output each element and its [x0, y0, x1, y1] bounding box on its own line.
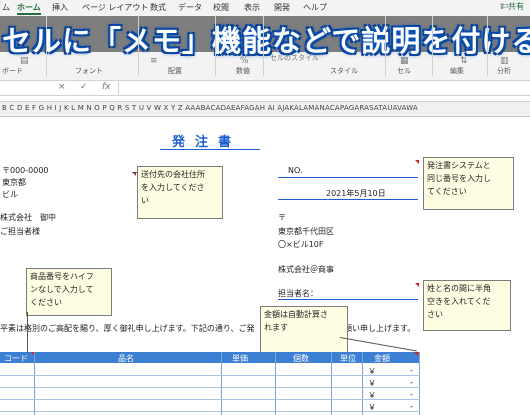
note-indicator[interactable]	[415, 283, 419, 287]
header-item-name[interactable]: 品名	[118, 353, 134, 364]
document-title[interactable]: 発注書	[172, 131, 241, 150]
amount-cell[interactable]: -	[410, 402, 413, 411]
function-icon[interactable]: fx	[102, 82, 111, 92]
note-indicator[interactable]	[415, 160, 419, 164]
table-divider	[221, 352, 222, 415]
amount-cell[interactable]: -	[410, 390, 413, 399]
group-divider	[46, 16, 47, 76]
tab-help[interactable]: ヘルプ	[303, 2, 327, 13]
table-row[interactable]	[0, 411, 420, 412]
tab-formulas[interactable]: 数式	[150, 2, 166, 13]
header-amount[interactable]: 金額	[374, 353, 390, 364]
group-clipboard: ボード	[2, 67, 23, 75]
note-name[interactable]: 姓と名の間に半角 空きを入れてくだ さい	[423, 280, 511, 331]
group-divider	[487, 16, 488, 76]
group-analysis: 分析	[497, 67, 511, 75]
sender-prefecture[interactable]: 東京都	[2, 177, 26, 188]
comment-icon[interactable]: ▭	[500, 1, 509, 11]
sender-postal[interactable]: 〒000-0000	[2, 165, 49, 176]
tab-page-layout[interactable]: ページ レイアウト	[82, 2, 148, 13]
group-number: 数値	[236, 67, 250, 75]
group-styles: スタイル	[330, 67, 358, 75]
person-label[interactable]: 担当者名：	[278, 288, 318, 299]
group-divider	[385, 16, 386, 76]
note-amount[interactable]: 金額は自動計算さ れます	[260, 306, 348, 354]
note-address[interactable]: 送付先の会社住所 を入力してくださ い	[137, 166, 223, 219]
order-no-label[interactable]: NO.	[288, 166, 303, 175]
tab-review[interactable]: 校閲	[213, 2, 229, 13]
order-no-underline	[278, 177, 418, 178]
table-row[interactable]	[0, 387, 420, 388]
header-unit[interactable]: 単位	[340, 353, 356, 364]
yen-symbol: ￥	[368, 403, 376, 412]
recipient-attn[interactable]: ご担当者様	[0, 226, 40, 237]
group-divider	[138, 16, 139, 76]
date-underline	[278, 199, 418, 200]
sender-building[interactable]: ビル	[2, 189, 18, 200]
ribbon-group-labels: ボード フォント 配置 数値 スタイル セル 編集 分析	[0, 62, 530, 78]
yen-symbol: ￥	[368, 367, 376, 376]
tab-file[interactable]: ム	[2, 2, 10, 13]
table-row[interactable]	[0, 399, 420, 400]
note-order-no[interactable]: 発注書システムと 同じ番号を入力し てください	[423, 157, 514, 210]
header-code[interactable]: コード	[4, 353, 28, 364]
caption-text: セルに「メモ」機能などで説明を付ける	[2, 24, 530, 58]
body-text-start[interactable]: 平素は格別のご高配を賜り、厚く御礼申し上げます。下記の通り、ご発	[0, 323, 255, 334]
table-divider	[331, 352, 332, 415]
group-cells: セル	[397, 67, 411, 75]
group-editing: 編集	[450, 67, 464, 75]
formula-input[interactable]	[118, 81, 530, 95]
from-address[interactable]: 東京都千代田区	[278, 226, 334, 237]
table-divider	[34, 352, 35, 415]
note-leader	[27, 312, 28, 352]
group-alignment: 配置	[168, 67, 182, 75]
from-company[interactable]: 株式会社＠商事	[278, 264, 334, 275]
group-divider	[263, 16, 264, 76]
header-unit-price[interactable]: 単価	[232, 353, 248, 364]
person-underline	[278, 299, 418, 300]
ribbon-tab-row: ム ホーム 挿入 ページ レイアウト 数式 データ 校閲 表示 開発 ヘルプ ⇪…	[0, 0, 530, 15]
enter-icon[interactable]: ✓	[80, 82, 88, 92]
from-postal[interactable]: 〒	[278, 212, 286, 223]
amount-cell[interactable]: -	[410, 366, 413, 375]
tab-data[interactable]: データ	[178, 2, 202, 13]
note-leader	[339, 337, 417, 352]
table-row[interactable]	[0, 375, 420, 376]
share-label: 共有	[508, 2, 524, 11]
from-building[interactable]: 〇×ビル10F	[278, 239, 323, 250]
header-quantity[interactable]: 個数	[293, 353, 309, 364]
recipient-company[interactable]: 株式会社 御中	[0, 212, 56, 223]
group-divider	[432, 16, 433, 76]
yen-symbol: ￥	[368, 391, 376, 400]
column-header-letters[interactable]: B C D E F G H I J K L M N O P Q R S T U …	[2, 104, 418, 112]
table-header-row	[0, 352, 420, 363]
order-date[interactable]: 2021年5月10日	[326, 188, 386, 199]
tab-home[interactable]: ホーム	[17, 2, 41, 15]
tab-view[interactable]: 表示	[244, 2, 260, 13]
title-underline	[160, 149, 260, 150]
table-divider	[275, 352, 276, 415]
table-divider	[362, 352, 363, 415]
table-divider	[419, 352, 420, 415]
body-text-end[interactable]: 願い申し上げます。	[344, 323, 415, 334]
amount-cell[interactable]: -	[410, 378, 413, 387]
yen-symbol: ￥	[368, 379, 376, 388]
formula-bar: × ✓ fx	[0, 81, 530, 96]
note-product-code[interactable]: 商品番号をハイフ ンなしで入力して ください	[26, 268, 112, 316]
group-font: フォント	[75, 67, 103, 75]
tab-insert[interactable]: 挿入	[52, 2, 68, 13]
note-indicator[interactable]	[414, 352, 418, 356]
group-divider	[215, 16, 216, 76]
cancel-icon[interactable]: ×	[58, 82, 66, 92]
tab-developer[interactable]: 開発	[274, 2, 290, 13]
